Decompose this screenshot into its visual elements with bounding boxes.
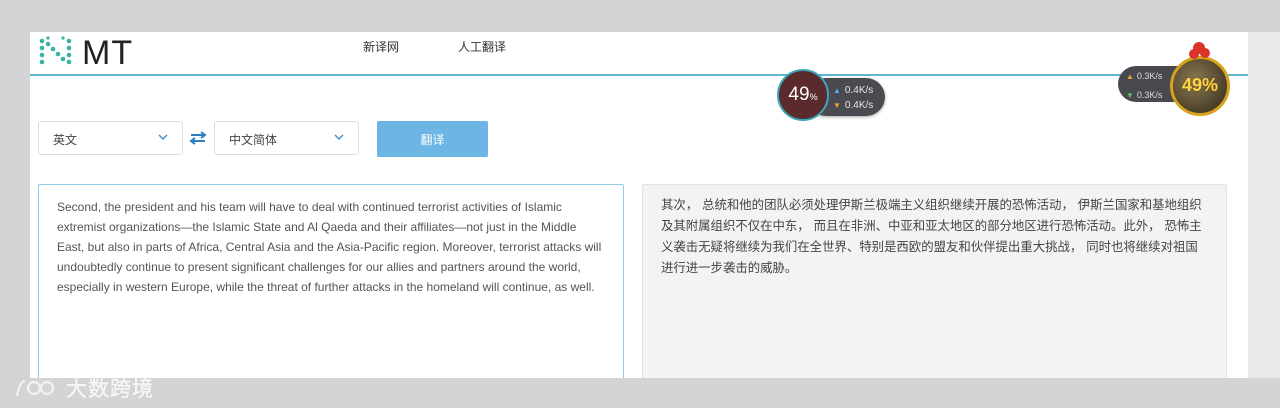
source-language-select[interactable]: 英文 xyxy=(38,121,183,155)
download-arrow-icon: ▼ xyxy=(833,101,841,110)
corner-upload-value: 0.3K/s xyxy=(1136,71,1163,81)
swap-languages-icon[interactable] xyxy=(188,131,208,145)
watermark: 大数跨境 xyxy=(14,373,154,403)
download-speed: ▼ 0.4K/s xyxy=(833,100,873,111)
upload-arrow-icon: ▲ xyxy=(833,86,841,95)
memory-percent: 49 xyxy=(788,84,810,105)
corner-speed-widget[interactable]: ▲ 0.3K/s ▼ 0.3K/s 49% xyxy=(1118,40,1233,118)
rooster-crest-icon xyxy=(1189,42,1210,59)
translation-page: MT 新译网 人工翻译 英文 中文简体 翻译 Second, the presi… xyxy=(30,32,1248,378)
corner-upload-speed: ▲ 0.3K/s xyxy=(1126,71,1162,81)
percent-sign: % xyxy=(809,92,818,102)
chevron-down-icon xyxy=(158,134,168,141)
download-speed-value: 0.4K/s xyxy=(844,100,874,111)
source-text-input[interactable]: Second, the president and his team will … xyxy=(38,184,624,378)
upload-speed-value: 0.4K/s xyxy=(844,85,874,96)
translation-output: 其次， 总统和他的团队必须处理伊斯兰极端主义组织继续开展的恐怖活动， 伊斯兰国家… xyxy=(642,184,1227,378)
target-language-label: 中文简体 xyxy=(229,133,278,147)
logo-dots-icon xyxy=(39,36,72,65)
corner-percent: 49% xyxy=(1181,75,1219,95)
upload-speed: ▲ 0.4K/s xyxy=(833,85,873,96)
source-language-label: 英文 xyxy=(53,133,78,147)
nav-link-xinyiwang[interactable]: 新译网 xyxy=(363,38,399,55)
corner-download-speed: ▼ 0.3K/s xyxy=(1126,90,1162,100)
logo-text: MT xyxy=(82,34,134,72)
scrollbar[interactable] xyxy=(1248,32,1280,378)
nav-link-human-translation[interactable]: 人工翻译 xyxy=(458,38,506,55)
watermark-logo-icon xyxy=(15,379,55,397)
download-arrow-icon: ▼ xyxy=(1126,91,1134,100)
watermark-text: 大数跨境 xyxy=(66,377,154,401)
memory-usage-circle: 49% xyxy=(777,69,829,121)
upload-arrow-icon: ▲ xyxy=(1126,72,1134,81)
site-header: MT 新译网 人工翻译 xyxy=(30,32,1248,76)
target-language-select[interactable]: 中文简体 xyxy=(214,121,359,155)
site-logo[interactable]: MT xyxy=(38,34,133,72)
chevron-down-icon xyxy=(334,134,344,141)
translate-button[interactable]: 翻译 xyxy=(377,121,488,157)
corner-download-value: 0.3K/s xyxy=(1136,90,1163,100)
network-speed-widget[interactable]: 49% ▲ 0.4K/s ▼ 0.4K/s xyxy=(777,69,887,125)
corner-badge: 49% xyxy=(1170,56,1230,116)
